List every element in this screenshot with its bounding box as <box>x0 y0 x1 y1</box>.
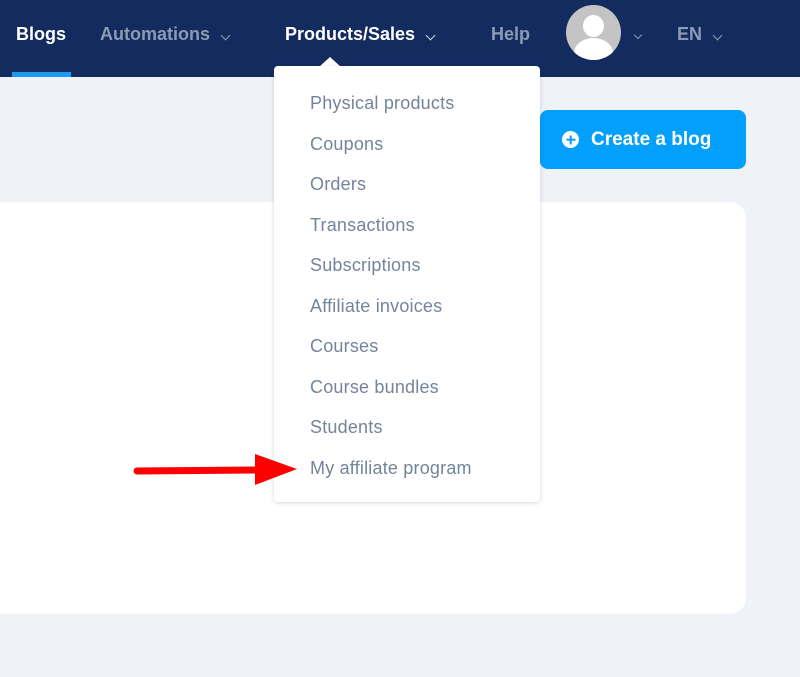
nav-item-label: Help <box>491 23 531 44</box>
nav-item-label: Automations <box>100 23 210 44</box>
products-sales-dropdown-menu: Physical products Coupons Orders Transac… <box>274 66 540 502</box>
chevron-down-icon <box>712 30 723 40</box>
menu-item-transactions[interactable]: Transactions <box>274 212 540 253</box>
arrow-shaft <box>133 466 263 475</box>
red-arrow-annotation-icon <box>133 454 297 485</box>
menu-item-label: Physical products <box>310 93 455 113</box>
nav-item-label: Products/Sales <box>285 23 416 44</box>
menu-item-label: Courses <box>310 336 379 356</box>
menu-item-label: Course bundles <box>310 376 439 397</box>
language-label: EN <box>677 23 703 44</box>
menu-item-courses[interactable]: Courses <box>274 333 540 374</box>
active-tab-indicator <box>12 72 71 77</box>
nav-item-blogs[interactable]: Blogs <box>16 22 66 46</box>
menu-item-label: Affiliate invoices <box>310 295 443 316</box>
avatar-body-shape <box>574 38 613 60</box>
menu-item-orders[interactable]: Orders <box>274 171 540 212</box>
menu-item-label: Coupons <box>310 133 384 154</box>
menu-item-label: Subscriptions <box>310 255 421 275</box>
create-blog-label: Create a blog <box>591 128 712 150</box>
menu-item-students[interactable]: Students <box>274 414 540 455</box>
menu-item-course-bundles[interactable]: Course bundles <box>274 374 540 415</box>
menu-item-label: Orders <box>310 174 367 194</box>
menu-item-physical-products[interactable]: Physical products <box>274 90 540 131</box>
arrow-head <box>255 454 297 485</box>
chevron-down-icon <box>425 30 436 40</box>
menu-item-label: Transactions <box>310 214 415 235</box>
menu-item-affiliate-invoices[interactable]: Affiliate invoices <box>274 293 540 334</box>
account-menu-toggle[interactable] <box>633 25 643 43</box>
nav-item-automations[interactable]: Automations <box>100 22 231 46</box>
menu-item-my-affiliate-program[interactable]: My affiliate program <box>274 455 540 496</box>
nav-item-products-sales[interactable]: Products/Sales <box>285 22 436 46</box>
language-selector[interactable]: EN <box>677 22 723 46</box>
create-blog-button[interactable]: Create a blog <box>540 110 746 169</box>
chevron-down-icon <box>633 30 643 40</box>
nav-item-label: Blogs <box>16 23 67 44</box>
menu-item-label: My affiliate program <box>310 457 472 478</box>
plus-circle-icon <box>562 131 579 148</box>
avatar-head-shape <box>583 15 604 37</box>
menu-item-subscriptions[interactable]: Subscriptions <box>274 252 540 293</box>
menu-item-label: Students <box>310 417 383 437</box>
chevron-down-icon <box>220 30 231 40</box>
nav-item-help[interactable]: Help <box>491 22 530 46</box>
user-avatar-icon[interactable] <box>566 5 621 60</box>
menu-item-coupons[interactable]: Coupons <box>274 131 540 172</box>
